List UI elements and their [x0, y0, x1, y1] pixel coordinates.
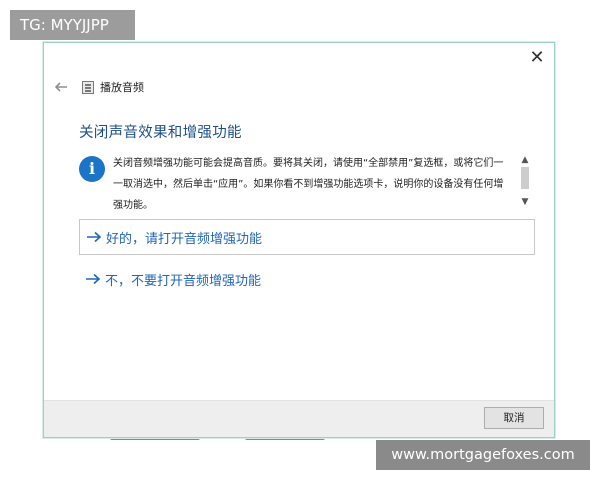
option-label: 不，不要打开音频增强功能 — [105, 273, 262, 289]
title-bar: 播放音频 — [52, 77, 144, 97]
tg-overlay-label: TG: MYYJJPP — [10, 10, 135, 40]
info-scrollbar[interactable]: ▲ ▼ — [518, 153, 532, 209]
back-arrow-icon[interactable] — [52, 78, 70, 96]
page-heading: 关闭声音效果和增强功能 — [79, 125, 242, 141]
cancel-button[interactable]: 取消 — [484, 407, 544, 429]
dialog-window: ✕ 播放音频 关闭声音效果和增强功能 i 关闭音频增强功能可能会提高音质。要将其… — [43, 42, 555, 438]
info-panel: i 关闭音频增强功能可能会提高音质。要将其关闭，请使用“全部禁用”复选框，或将它… — [79, 153, 533, 209]
audio-playback-icon — [82, 80, 94, 94]
scroll-thumb[interactable] — [521, 167, 529, 189]
site-overlay-label: www.mortgagefoxes.com — [376, 440, 590, 470]
window-title: 播放音频 — [100, 81, 144, 94]
scroll-up-icon[interactable]: ▲ — [519, 155, 531, 165]
info-text: 关闭音频增强功能可能会提高音质。要将其关闭，请使用“全部禁用”复选框，或将它们一… — [113, 158, 504, 209]
enable-enhancements-option[interactable]: 好的，请打开音频增强功能 — [79, 219, 535, 255]
right-arrow-icon — [86, 273, 101, 285]
info-icon: i — [79, 156, 105, 182]
scroll-down-icon[interactable]: ▼ — [519, 197, 531, 207]
dialog-footer: 取消 — [44, 400, 554, 437]
option-label: 好的，请打开音频增强功能 — [106, 231, 263, 247]
right-arrow-icon — [87, 231, 102, 243]
disable-enhancements-option[interactable]: 不，不要打开音频增强功能 — [79, 261, 535, 297]
close-icon[interactable]: ✕ — [526, 47, 548, 69]
